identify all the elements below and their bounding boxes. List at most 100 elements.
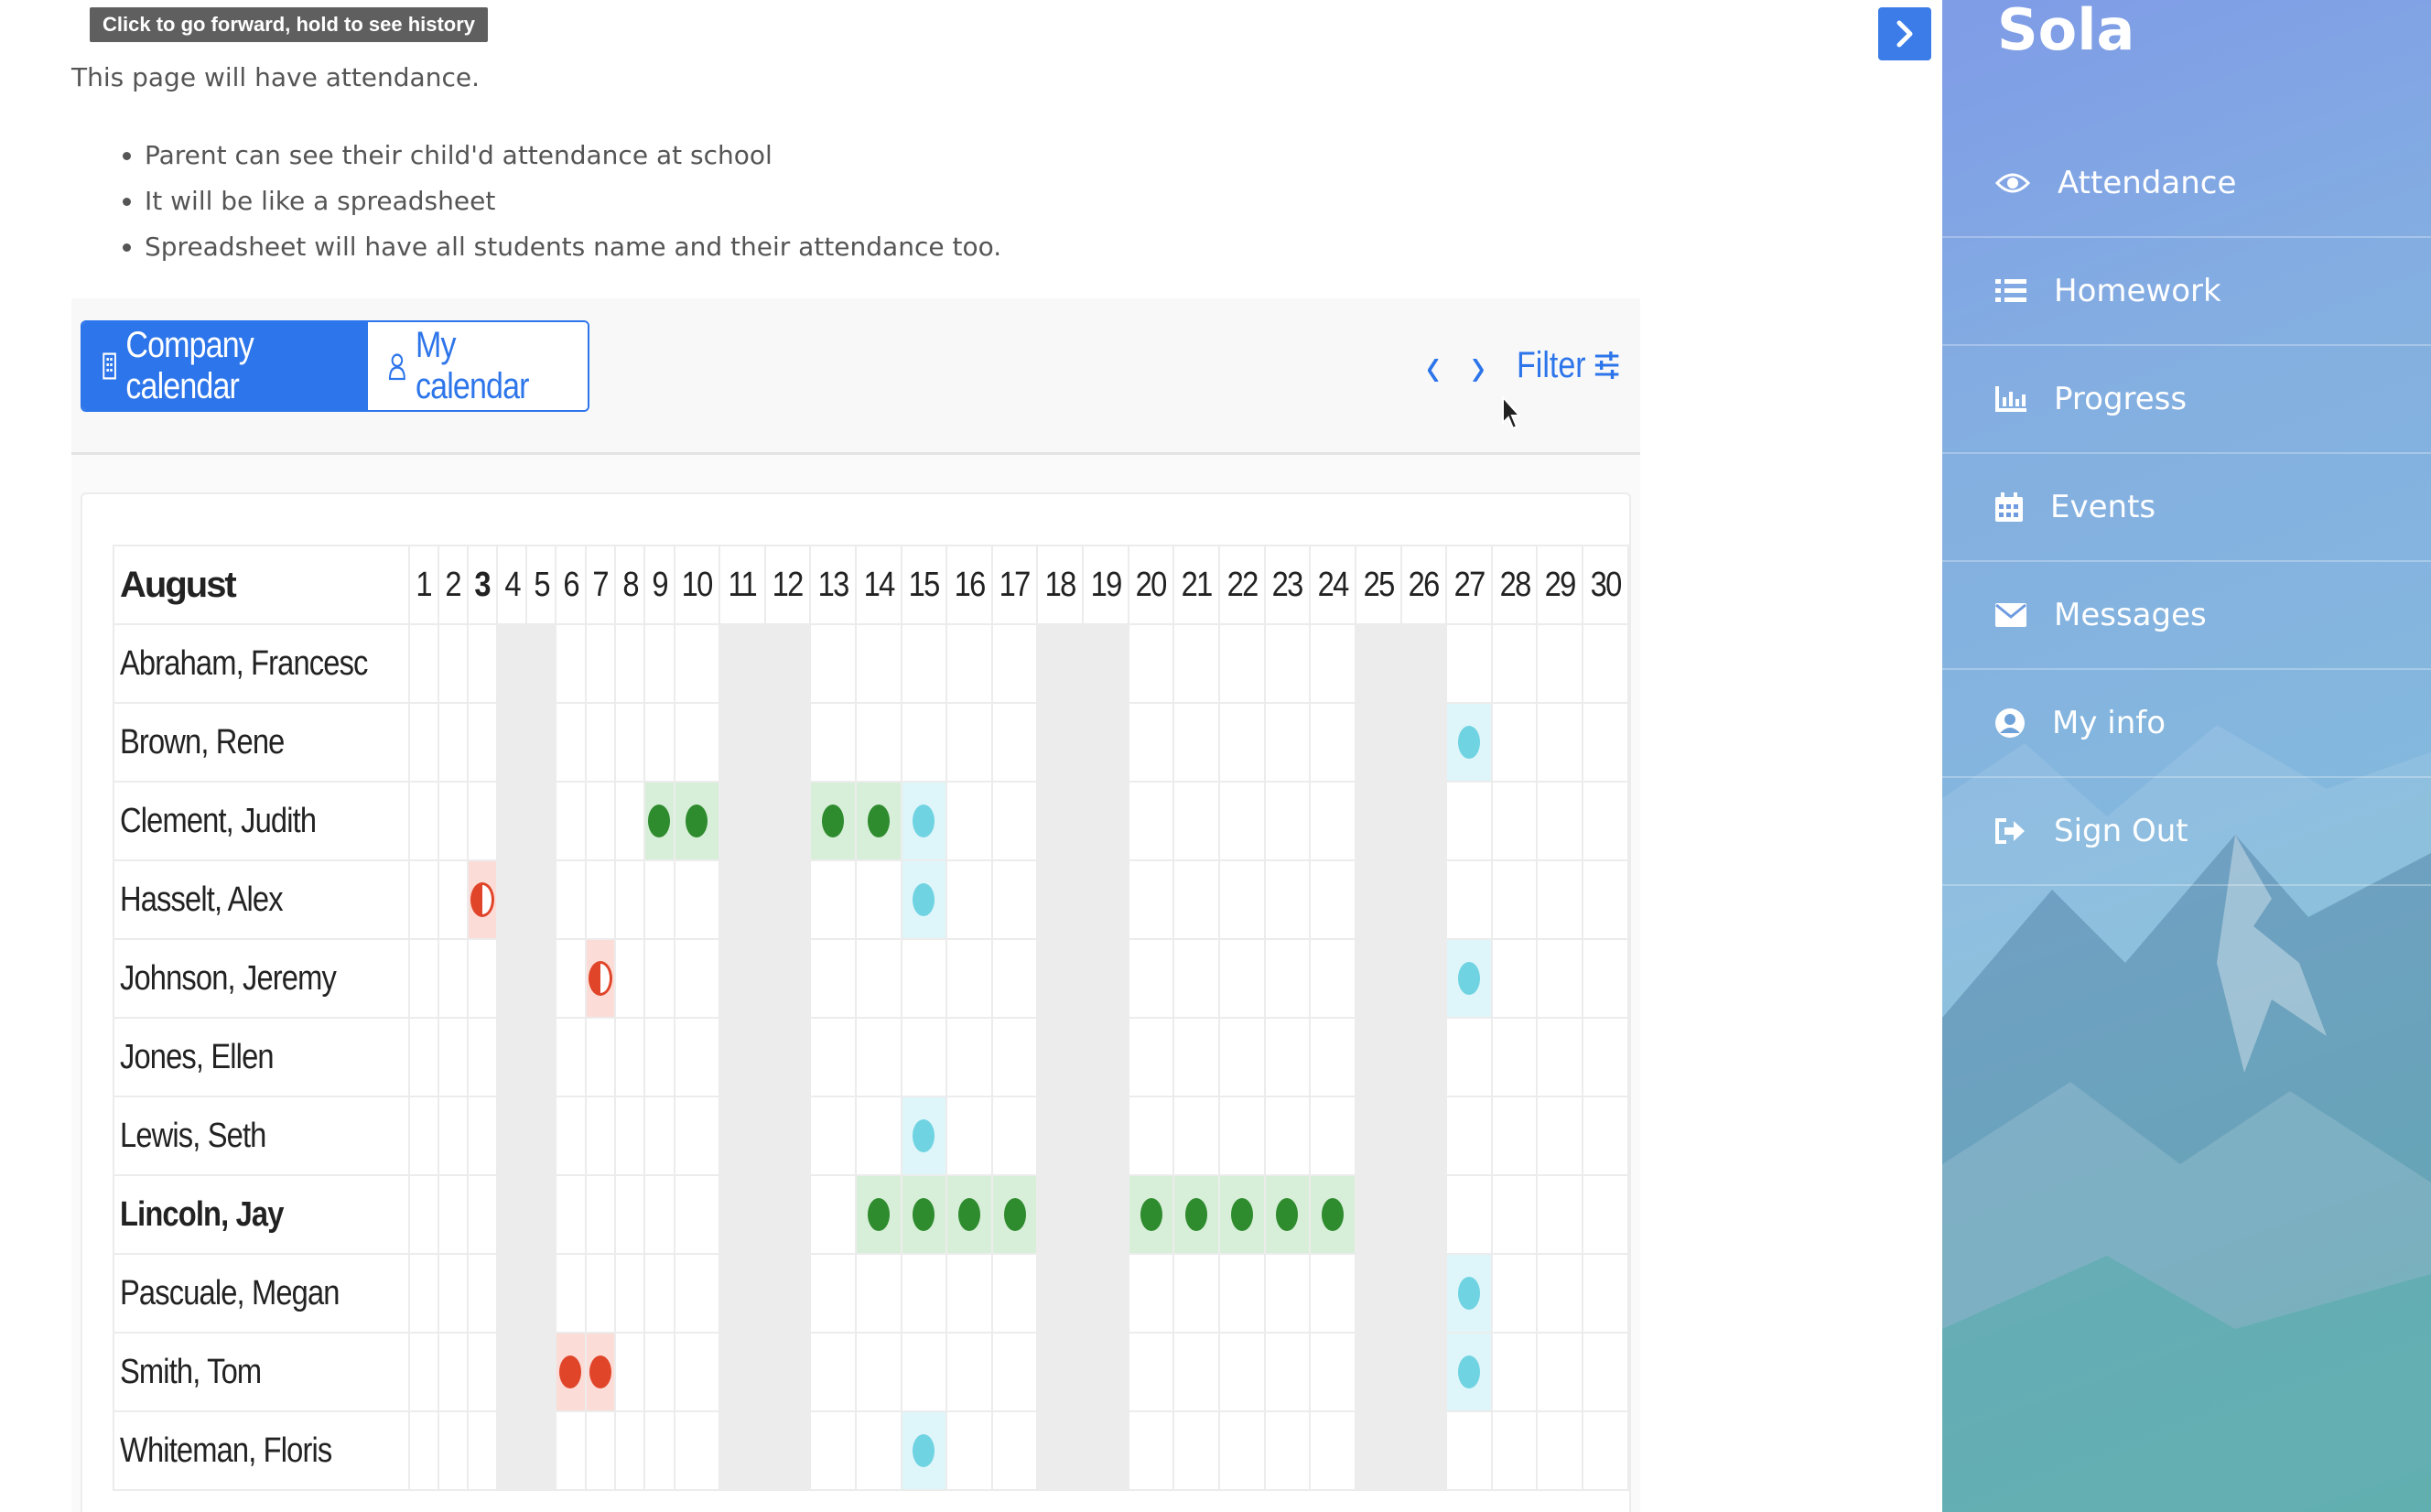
day-cell[interactable] [1218,859,1266,940]
day-cell[interactable] [437,1253,469,1334]
day-cell[interactable] [763,702,812,783]
day-cell[interactable] [900,938,948,1019]
day-cell[interactable] [496,1096,528,1176]
day-cell[interactable] [900,781,948,861]
student-name[interactable]: Whiteman, Floris [113,1410,410,1491]
day-cell[interactable] [854,781,902,861]
day-cell[interactable] [1263,859,1312,940]
day-cell[interactable] [437,1332,469,1412]
day-cell[interactable] [1354,1017,1402,1097]
day-cell[interactable] [643,1096,675,1176]
day-cell[interactable] [1399,1253,1448,1334]
day-cell[interactable] [1536,1253,1584,1334]
day-cell[interactable] [1172,623,1220,704]
day-cell[interactable] [437,781,469,861]
day-cell[interactable] [437,623,469,704]
day-cell[interactable] [1354,1410,1402,1491]
day-cell[interactable] [763,938,812,1019]
day-cell[interactable] [1354,938,1402,1019]
day-cell[interactable] [1582,938,1629,1019]
day-cell[interactable] [437,702,469,783]
day-cell[interactable] [673,623,721,704]
day-cell[interactable] [496,1017,528,1097]
day-cell[interactable] [673,1253,721,1334]
day-cell[interactable] [1263,1017,1312,1097]
day-cell[interactable] [1218,1096,1266,1176]
day-cell[interactable] [1445,623,1493,704]
day-cell[interactable] [1309,1253,1356,1334]
day-cell[interactable] [1536,1017,1584,1097]
day-cell[interactable] [525,1017,557,1097]
day-cell[interactable] [466,1174,499,1255]
day-cell[interactable] [673,859,721,940]
day-cell[interactable] [900,1332,948,1412]
day-cell[interactable] [900,1253,948,1334]
day-cell[interactable] [900,702,948,783]
day-cell[interactable] [1218,623,1266,704]
day-cell[interactable] [854,938,902,1019]
day-cell[interactable] [673,1174,721,1255]
day-cell[interactable] [1445,938,1493,1019]
day-cell[interactable] [584,859,617,940]
day-cell[interactable] [407,1096,439,1176]
day-cell[interactable] [584,1174,617,1255]
day-cell[interactable] [1127,1410,1175,1491]
day-cell[interactable] [945,1410,993,1491]
day-cell[interactable] [990,859,1039,940]
day-cell[interactable] [945,623,993,704]
day-cell[interactable] [1582,1017,1629,1097]
day-cell[interactable] [614,781,646,861]
day-cell[interactable] [718,781,766,861]
day-cell[interactable] [1490,1410,1539,1491]
day-cell[interactable] [854,1253,902,1334]
day-cell[interactable] [614,1253,646,1334]
expand-sidebar-button[interactable] [1878,7,1931,60]
day-cell[interactable] [718,1332,766,1412]
day-cell[interactable] [718,1096,766,1176]
my-calendar-tab[interactable]: My calendar [368,322,588,410]
day-cell[interactable] [763,781,812,861]
day-cell[interactable] [990,702,1039,783]
day-cell[interactable] [1399,1096,1448,1176]
day-cell[interactable] [496,1410,528,1491]
day-cell[interactable] [555,859,587,940]
day-cell[interactable] [555,1174,587,1255]
day-cell[interactable] [643,1253,675,1334]
day-cell[interactable] [1127,859,1175,940]
day-cell[interactable] [945,938,993,1019]
day-cell[interactable] [1399,1410,1448,1491]
day-cell[interactable] [1082,859,1129,940]
student-name[interactable]: Abraham, Francesc [113,623,410,704]
day-cell[interactable] [1263,1174,1312,1255]
day-cell[interactable] [809,702,857,783]
day-cell[interactable] [1036,938,1085,1019]
day-cell[interactable] [1445,859,1493,940]
day-cell[interactable] [1536,1174,1584,1255]
day-cell[interactable] [1354,859,1402,940]
day-cell[interactable] [407,1253,439,1334]
day-cell[interactable] [900,1096,948,1176]
day-cell[interactable] [1490,1174,1539,1255]
day-cell[interactable] [1218,781,1266,861]
day-cell[interactable] [718,859,766,940]
day-cell[interactable] [1309,781,1356,861]
day-cell[interactable] [555,1332,587,1412]
day-cell[interactable] [1399,1332,1448,1412]
day-cell[interactable] [809,1017,857,1097]
day-cell[interactable] [1536,1410,1584,1491]
day-cell[interactable] [1127,938,1175,1019]
day-cell[interactable] [584,1410,617,1491]
day-cell[interactable] [990,1332,1039,1412]
day-cell[interactable] [1127,1017,1175,1097]
day-cell[interactable] [1036,859,1085,940]
day-cell[interactable] [763,1410,812,1491]
day-cell[interactable] [854,623,902,704]
sidebar-item-attendance[interactable]: Attendance [1942,130,2431,238]
day-cell[interactable] [854,1174,902,1255]
day-cell[interactable] [437,938,469,1019]
day-cell[interactable] [1536,623,1584,704]
day-cell[interactable] [718,1253,766,1334]
day-cell[interactable] [990,1017,1039,1097]
day-cell[interactable] [854,1017,902,1097]
day-cell[interactable] [1082,623,1129,704]
